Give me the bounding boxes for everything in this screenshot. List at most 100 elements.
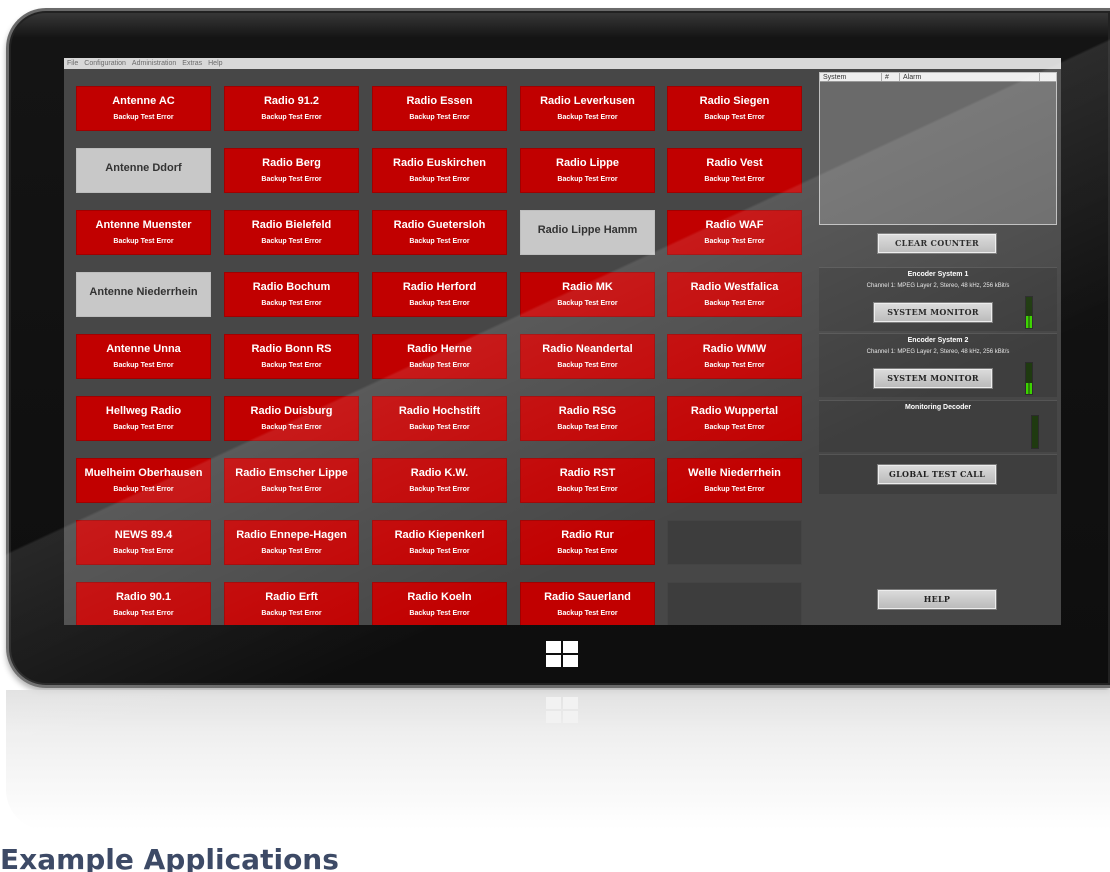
station-tile[interactable]: Antenne Unna Backup Test Error: [76, 334, 211, 379]
help-button[interactable]: HELP: [877, 589, 997, 610]
station-tile[interactable]: Radio Westfalica Backup Test Error: [667, 272, 802, 317]
menu-file[interactable]: File: [67, 58, 78, 69]
station-tile[interactable]: NEWS 89.4 Backup Test Error: [76, 520, 211, 565]
station-status: Backup Test Error: [409, 610, 470, 617]
system-monitor-1-button[interactable]: SYSTEM MONITOR: [873, 302, 993, 323]
station-tile[interactable]: Radio WMW Backup Test Error: [667, 334, 802, 379]
menu-administration[interactable]: Administration: [132, 58, 176, 69]
station-name: Radio Berg: [262, 157, 321, 169]
encoder-system-1-panel: Encoder System 1 Channel 1: MPEG Layer 2…: [819, 267, 1057, 331]
station-tile[interactable]: Radio K.W. Backup Test Error: [372, 458, 507, 503]
station-status: Backup Test Error: [557, 486, 618, 493]
station-status: Backup Test Error: [704, 114, 765, 121]
station-tile[interactable]: Radio RST Backup Test Error: [520, 458, 655, 503]
app-screen: File Configuration Administration Extras…: [64, 58, 1061, 625]
menu-extras[interactable]: Extras: [182, 58, 202, 69]
station-tile[interactable]: Antenne Muenster Backup Test Error: [76, 210, 211, 255]
station-status: Backup Test Error: [704, 176, 765, 183]
station-name: Radio Lippe: [556, 157, 619, 169]
station-name: Radio Erft: [265, 591, 318, 603]
station-tile[interactable]: Radio Duisburg Backup Test Error: [224, 396, 359, 441]
station-tile[interactable]: Antenne AC Backup Test Error: [76, 86, 211, 131]
station-tile[interactable]: Radio Lippe Backup Test Error: [520, 148, 655, 193]
station-status: Backup Test Error: [704, 486, 765, 493]
station-name: Radio RST: [559, 467, 616, 479]
station-tile[interactable]: Radio Emscher Lippe Backup Test Error: [224, 458, 359, 503]
station-name: Radio Kiepenkerl: [394, 529, 485, 541]
station-name: Radio Herford: [402, 281, 477, 293]
station-tile[interactable]: Radio Herford Backup Test Error: [372, 272, 507, 317]
station-tile[interactable]: Radio MK Backup Test Error: [520, 272, 655, 317]
station-tile[interactable]: Radio Bonn RS Backup Test Error: [224, 334, 359, 379]
station-status: Backup Test Error: [704, 238, 765, 245]
station-name: Radio 91.2: [263, 95, 320, 107]
station-status: Backup Test Error: [261, 238, 322, 245]
station-status: Backup Test Error: [409, 176, 470, 183]
station-name: Radio Guetersloh: [393, 219, 486, 231]
col-count[interactable]: #: [882, 73, 900, 81]
encoder-1-info: Channel 1: MPEG Layer 2, Stereo, 48 kHz,…: [866, 283, 1010, 289]
station-tile[interactable]: Radio Berg Backup Test Error: [224, 148, 359, 193]
station-status: Backup Test Error: [409, 300, 470, 307]
windows-logo-reflection-icon: [546, 697, 578, 723]
station-tile[interactable]: Welle Niederrhein Backup Test Error: [667, 458, 802, 503]
station-tile[interactable]: Radio Hochstift Backup Test Error: [372, 396, 507, 441]
station-status: Backup Test Error: [409, 362, 470, 369]
tablet-photo: File Configuration Administration Extras…: [0, 0, 1110, 872]
station-name: Antenne Muenster: [95, 219, 192, 231]
station-tile[interactable]: Muelheim Oberhausen Backup Test Error: [76, 458, 211, 503]
station-tile[interactable]: Radio Guetersloh Backup Test Error: [372, 210, 507, 255]
station-name: Radio WMW: [702, 343, 767, 355]
station-tile[interactable]: Radio Koeln Backup Test Error: [372, 582, 507, 625]
station-tile[interactable]: Radio Bielefeld Backup Test Error: [224, 210, 359, 255]
clear-counter-button[interactable]: CLEAR COUNTER: [877, 233, 997, 254]
station-tile[interactable]: Radio Kiepenkerl Backup Test Error: [372, 520, 507, 565]
station-tile[interactable]: Antenne Ddorf: [76, 148, 211, 193]
station-name: Antenne Niederrhein: [89, 286, 198, 298]
station-tile[interactable]: Radio Erft Backup Test Error: [224, 582, 359, 625]
alarm-table[interactable]: System # Alarm: [819, 72, 1057, 225]
station-tile[interactable]: Radio Ennepe-Hagen Backup Test Error: [224, 520, 359, 565]
station-tile[interactable]: Radio Siegen Backup Test Error: [667, 86, 802, 131]
station-name: Radio Herne: [407, 343, 472, 355]
col-system[interactable]: System: [820, 73, 882, 81]
station-tile[interactable]: Radio Vest Backup Test Error: [667, 148, 802, 193]
station-status: Backup Test Error: [557, 610, 618, 617]
station-status: Backup Test Error: [409, 486, 470, 493]
station-status: Backup Test Error: [704, 300, 765, 307]
global-test-call-button[interactable]: GLOBAL TEST CALL: [877, 464, 997, 485]
station-name: Antenne Unna: [106, 343, 181, 355]
station-name: Antenne Ddorf: [105, 162, 182, 174]
station-tile[interactable]: Radio 91.2 Backup Test Error: [224, 86, 359, 131]
station-name: Muelheim Oberhausen: [84, 467, 203, 479]
station-tile[interactable]: Radio Essen Backup Test Error: [372, 86, 507, 131]
menu-configuration[interactable]: Configuration: [84, 58, 126, 69]
station-status: Backup Test Error: [409, 424, 470, 431]
encoder-2-info: Channel 1: MPEG Layer 2, Stereo, 48 kHz,…: [866, 349, 1010, 355]
system-monitor-2-button[interactable]: SYSTEM MONITOR: [873, 368, 993, 389]
station-tile[interactable]: Radio RSG Backup Test Error: [520, 396, 655, 441]
station-tile[interactable]: Radio Herne Backup Test Error: [372, 334, 507, 379]
station-tile[interactable]: Radio Neandertal Backup Test Error: [520, 334, 655, 379]
station-tile[interactable]: Radio Rur Backup Test Error: [520, 520, 655, 565]
windows-logo-icon[interactable]: [546, 641, 578, 667]
station-status: Backup Test Error: [704, 362, 765, 369]
station-tile[interactable]: Radio Euskirchen Backup Test Error: [372, 148, 507, 193]
station-tile[interactable]: Hellweg Radio Backup Test Error: [76, 396, 211, 441]
col-alarm[interactable]: Alarm: [900, 73, 1040, 81]
station-name: Radio Hochstift: [398, 405, 481, 417]
station-tile[interactable]: Radio Wuppertal Backup Test Error: [667, 396, 802, 441]
station-tile[interactable]: Radio WAF Backup Test Error: [667, 210, 802, 255]
station-tile[interactable]: Radio Sauerland Backup Test Error: [520, 582, 655, 625]
station-tile[interactable]: Radio Lippe Hamm: [520, 210, 655, 255]
decoder-title: Monitoring Decoder: [904, 404, 972, 411]
station-tile[interactable]: Antenne Niederrhein: [76, 272, 211, 317]
station-name: Radio Bonn RS: [251, 343, 332, 355]
station-status: Backup Test Error: [557, 114, 618, 121]
station-tile[interactable]: Radio Leverkusen Backup Test Error: [520, 86, 655, 131]
station-tile[interactable]: Radio 90.1 Backup Test Error: [76, 582, 211, 625]
station-tile[interactable]: Radio Bochum Backup Test Error: [224, 272, 359, 317]
menu-help[interactable]: Help: [208, 58, 222, 69]
station-name: Radio Ennepe-Hagen: [236, 529, 347, 541]
station-name: Radio Bielefeld: [251, 219, 332, 231]
